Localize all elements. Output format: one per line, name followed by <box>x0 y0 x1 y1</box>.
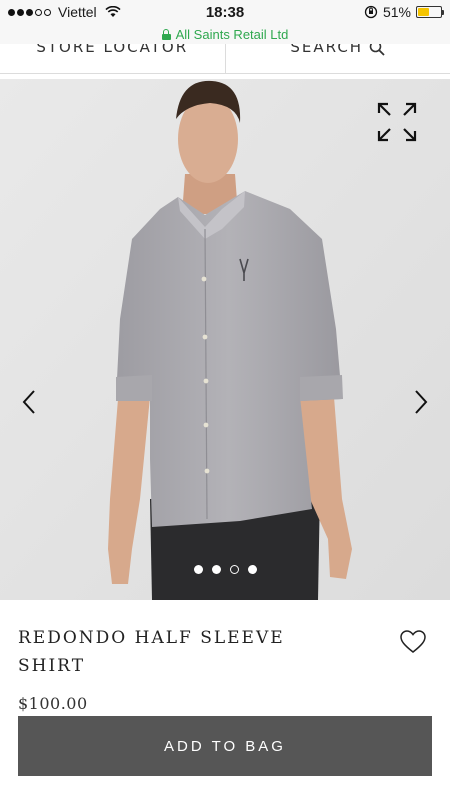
chevron-right-icon[interactable] <box>410 389 430 415</box>
battery-icon <box>416 6 444 18</box>
search-label: SEARCH <box>290 44 364 56</box>
carrier-name: Viettel <box>58 4 97 20</box>
battery-info: 51% <box>364 4 444 20</box>
add-to-bag-button[interactable]: ADD TO BAG <box>18 716 432 776</box>
address-bar[interactable]: All Saints Retail Ltd <box>0 24 450 44</box>
product-price: $100.00 <box>18 694 88 713</box>
status-bar: Viettel 18:38 51% <box>0 0 450 24</box>
battery-percent: 51% <box>382 4 411 20</box>
product-image-gallery[interactable] <box>0 79 450 600</box>
gallery-dot[interactable] <box>211 565 221 574</box>
chevron-left-icon[interactable] <box>20 389 40 415</box>
gallery-dot[interactable] <box>247 565 257 574</box>
product-image <box>0 79 450 600</box>
lock-icon <box>161 28 171 40</box>
signal-dots-icon <box>8 8 51 16</box>
store-locator-label: STORE LOCATOR <box>36 44 189 56</box>
search-button[interactable]: SEARCH <box>224 44 450 73</box>
battery-fill <box>418 8 430 16</box>
gallery-pagination <box>0 565 450 574</box>
add-to-bag-label: ADD TO BAG <box>164 737 286 755</box>
product-title: REDONDO HALF SLEEVE SHIRT <box>18 624 338 680</box>
gallery-dot[interactable] <box>229 565 239 574</box>
heart-icon[interactable] <box>400 630 426 654</box>
carrier-info: Viettel <box>8 4 121 20</box>
product-title-line2: SHIRT <box>18 656 86 676</box>
gallery-dot[interactable] <box>193 565 203 574</box>
expand-icon[interactable] <box>376 101 418 143</box>
product-title-line1: REDONDO HALF SLEEVE <box>18 628 285 648</box>
orientation-lock-icon <box>364 5 378 19</box>
top-nav: STORE LOCATOR SEARCH <box>0 44 450 74</box>
search-icon <box>369 44 385 56</box>
site-label: All Saints Retail Ltd <box>175 26 289 42</box>
wifi-icon <box>105 6 121 17</box>
store-locator-button[interactable]: STORE LOCATOR <box>0 44 225 73</box>
